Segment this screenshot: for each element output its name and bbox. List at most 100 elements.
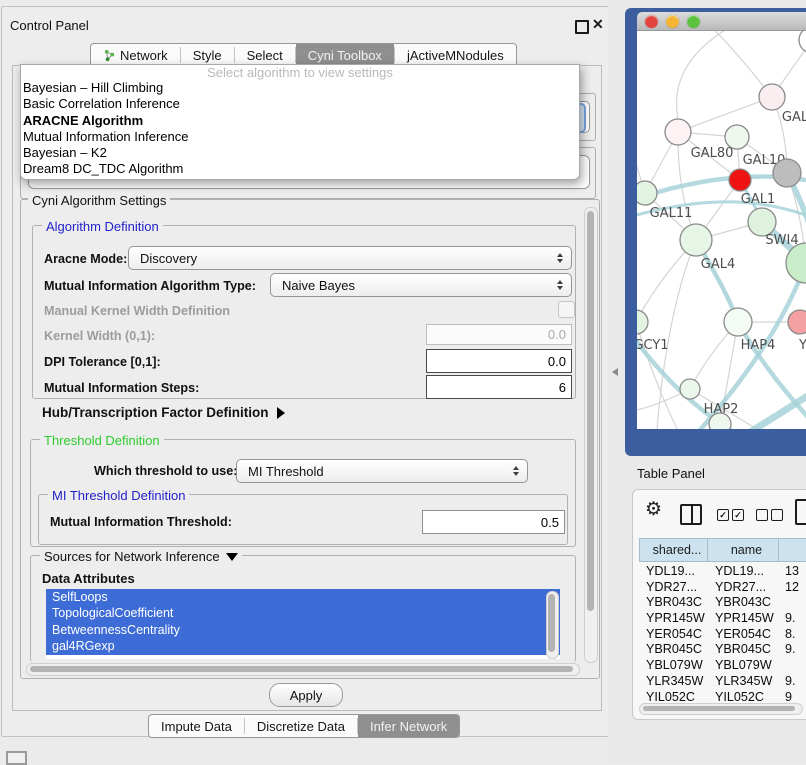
network-node-gal11[interactable] — [637, 181, 657, 205]
column-header-cut[interactable] — [778, 538, 806, 562]
table-body: YDL19...YDL19...13YDR27...YDR27...12YBR0… — [639, 564, 806, 705]
algorithm-option-bayesian-hill-climbing[interactable]: Bayesian – Hill Climbing — [21, 80, 579, 96]
network-node-gal10[interactable] — [725, 125, 749, 149]
table-cell: YBR043C — [639, 595, 708, 611]
algorithm-option-mutual-information-inference[interactable]: Mutual Information Inference — [21, 129, 579, 145]
table-header-row: shared...name — [639, 538, 806, 562]
dropdown-prompt: Select algorithm to view settings — [21, 66, 579, 80]
network-window-titlebar[interactable] — [637, 12, 806, 31]
table-row[interactable]: YLR345WYLR345W9. — [639, 674, 806, 690]
settings-vertical-scrollbar[interactable] — [584, 207, 598, 663]
mi-type-combobox[interactable]: Naive Bayes — [270, 273, 572, 297]
which-threshold-combobox[interactable]: MI Threshold — [236, 459, 528, 483]
network-node-swi4[interactable] — [748, 208, 776, 236]
algorithm-option-dream8-dc-tdc-algorithm[interactable]: Dream8 DC_TDC Algorithm — [21, 161, 579, 177]
attribute-list-scrollbar[interactable] — [546, 591, 559, 659]
table-row[interactable]: YDL19...YDL19...13 — [639, 564, 806, 580]
mi-type-value: Naive Bayes — [282, 278, 355, 293]
float-panel-icon[interactable] — [575, 20, 589, 34]
network-node-gal1[interactable] — [729, 169, 751, 191]
algorithm-option-bayesian-k2[interactable]: Bayesian – K2 — [21, 145, 579, 161]
tab-jactivemnodules[interactable]: jActiveMNodules — [395, 44, 516, 66]
hub-definition-label: Hub/Transcription Factor Definition — [42, 405, 269, 420]
node-label: HAP4 — [741, 338, 776, 353]
settings-gear-icon[interactable]: ⚙ — [645, 500, 662, 519]
window-minimize-button[interactable] — [666, 15, 679, 28]
table-cell: 8. — [780, 627, 806, 643]
table-horizontal-scrollbar[interactable] — [639, 703, 803, 715]
network-node-gal80[interactable] — [665, 119, 691, 145]
tab-infer-network[interactable]: Infer Network — [358, 715, 459, 737]
table-panel: ⚙ ✓✓ shared...name YDL19...YDL19...13YDR… — [632, 489, 806, 720]
table-row[interactable]: YER054CYER054C8. — [639, 627, 806, 643]
tab-impute-data[interactable]: Impute Data — [149, 715, 244, 737]
algorithm-dropdown-list: Bayesian – Hill ClimbingBasic Correlatio… — [21, 80, 579, 178]
column-header-shared[interactable]: shared... — [639, 538, 708, 562]
mi-steps-input[interactable] — [426, 375, 572, 399]
network-node-gal[interactable] — [759, 84, 785, 110]
aracne-mode-label: Aracne Mode: — [44, 252, 127, 266]
spinner-arrows-icon — [557, 253, 563, 263]
close-icon[interactable]: ✕ — [592, 16, 604, 33]
network-node[interactable] — [799, 31, 806, 53]
kernel-width-input[interactable] — [426, 324, 572, 345]
table-panel-title: Table Panel — [637, 466, 705, 481]
tab-discretize-data[interactable]: Discretize Data — [245, 715, 357, 737]
split-columns-icon[interactable] — [680, 504, 702, 525]
apply-button[interactable]: Apply — [269, 683, 343, 707]
attribute-item-selfloops[interactable]: SelfLoops — [46, 589, 560, 605]
algorithm-dropdown-popup: Select algorithm to view settings Bayesi… — [20, 64, 580, 180]
network-node-gcy1[interactable] — [637, 310, 648, 334]
attribute-item-betweennesscentrality[interactable]: BetweennessCentrality — [46, 622, 560, 638]
tab-network[interactable]: Network — [91, 44, 180, 66]
tab-style[interactable]: Style — [181, 44, 234, 66]
deselect-all-icon[interactable] — [756, 509, 783, 521]
table-cell: YBR043C — [708, 595, 780, 611]
new-table-icon[interactable] — [795, 499, 806, 525]
hub-definition-toggle[interactable]: Hub/Transcription Factor Definition — [42, 405, 285, 420]
restore-panel-button[interactable] — [6, 751, 27, 765]
algorithm-option-basic-correlation-inference[interactable]: Basic Correlation Inference — [21, 96, 579, 112]
settings-horizontal-scrollbar[interactable] — [26, 663, 580, 676]
dpi-tolerance-input[interactable] — [426, 349, 572, 373]
table-row[interactable]: YBR045CYBR045C9. — [639, 642, 806, 658]
tab-select[interactable]: Select — [235, 44, 295, 66]
network-node-hap4[interactable] — [724, 308, 752, 336]
network-node-hap2[interactable] — [680, 379, 700, 399]
table-row[interactable]: YPR145WYPR145W9. — [639, 611, 806, 627]
panel-title: Control Panel — [10, 18, 89, 33]
window-zoom-button[interactable] — [687, 15, 700, 28]
network-canvas[interactable]: GALGAL80GAL10GAL1GAL11SWI4GAL4GCY1HAP4YH… — [637, 31, 806, 429]
network-node-gal4[interactable] — [680, 224, 712, 256]
table-row[interactable]: YDR27...YDR27...12 — [639, 580, 806, 596]
table-row[interactable]: YBL079WYBL079W — [639, 658, 806, 674]
table-row[interactable]: YBR043CYBR043C — [639, 595, 806, 611]
network-node[interactable] — [773, 159, 801, 187]
network-view-window: GALGAL80GAL10GAL1GAL11SWI4GAL4GCY1HAP4YH… — [625, 8, 806, 456]
network-node[interactable] — [709, 413, 731, 429]
sources-group-title[interactable]: Sources for Network Inference — [40, 549, 242, 564]
apply-button-label: Apply — [290, 688, 323, 703]
table-cell: YBL079W — [708, 658, 780, 674]
network-node-y[interactable] — [788, 310, 806, 334]
attribute-item-gal4rgexp[interactable]: gal4RGexp — [46, 638, 560, 654]
table-cell: 9. — [780, 611, 806, 627]
table-cell: 12 — [780, 580, 806, 596]
select-all-icon[interactable]: ✓✓ — [717, 509, 744, 521]
column-header-name[interactable]: name — [707, 538, 779, 562]
attribute-item-topologicalcoefficient[interactable]: TopologicalCoefficient — [46, 605, 560, 621]
tab-label: Select — [247, 48, 283, 63]
aracne-mode-combobox[interactable]: Discovery — [128, 246, 572, 270]
table-cell: YBR045C — [708, 642, 780, 658]
mi-threshold-input[interactable] — [422, 510, 565, 534]
cyni-settings-title: Cyni Algorithm Settings — [28, 193, 170, 208]
table-cell: YDL19... — [639, 564, 708, 580]
window-close-button[interactable] — [645, 15, 658, 28]
tab-cyni-toolbox[interactable]: Cyni Toolbox — [296, 44, 394, 66]
mi-threshold-label: Mutual Information Threshold: — [50, 515, 232, 529]
mi-steps-label: Mutual Information Steps: — [44, 381, 199, 395]
algorithm-option-aracne-algorithm[interactable]: ARACNE Algorithm — [21, 113, 579, 129]
splitter-collapse-icon[interactable] — [612, 368, 618, 376]
manual-kernel-checkbox[interactable] — [558, 301, 575, 318]
tab-label: Discretize Data — [257, 719, 345, 734]
